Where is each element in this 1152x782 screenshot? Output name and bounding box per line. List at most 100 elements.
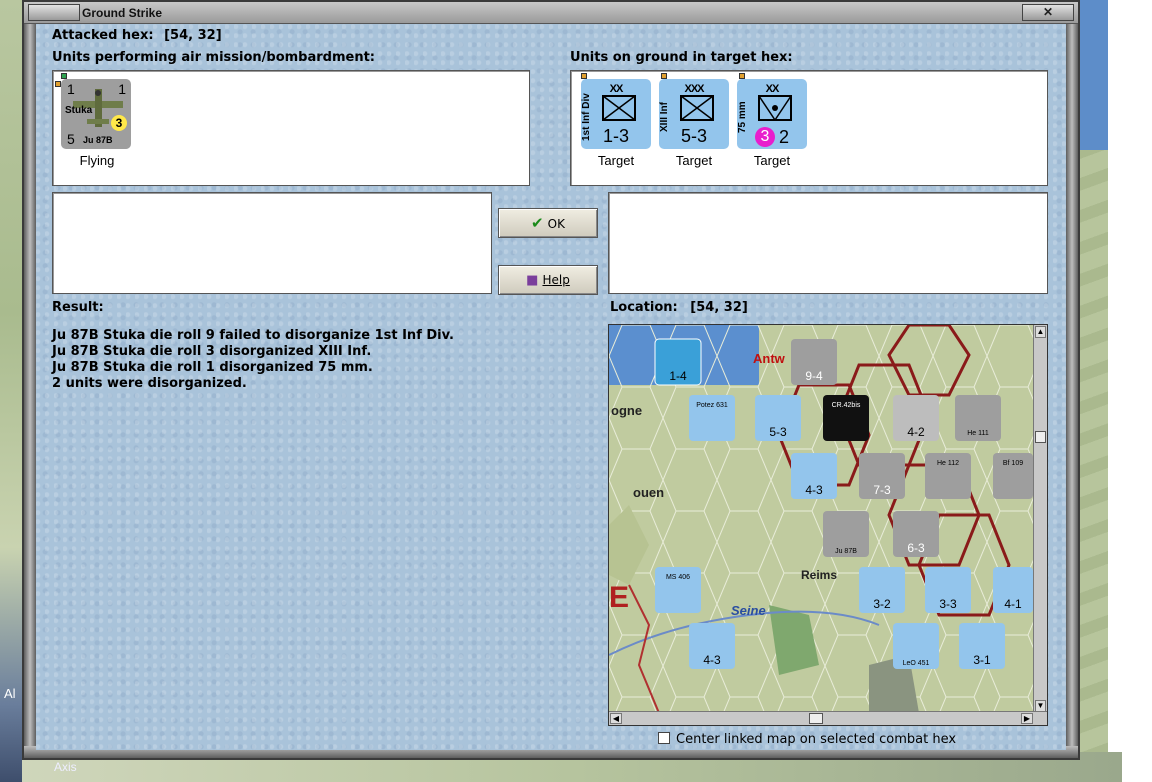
unit-bottom-left-value: 5 (67, 131, 75, 147)
map-counter-label: 1-4 (669, 369, 687, 383)
checkmark-icon: ✔ (531, 214, 544, 232)
ground-unit-counter-xiii-inf[interactable]: XIII Inf XXX 5-3 Target (659, 79, 729, 168)
ok-button-label: OK (547, 217, 565, 231)
map-counter-label: 6-3 (907, 541, 925, 555)
map-counter-label: He 112 (937, 460, 959, 467)
scroll-right-icon[interactable]: ▶ (1021, 713, 1033, 724)
map-counter[interactable]: 7-3 (859, 453, 905, 499)
map-counter[interactable]: 4-1 (993, 567, 1033, 613)
map-counter-label: 4-3 (805, 483, 823, 497)
title-bar[interactable]: Ground Strike ✕ (24, 2, 1078, 24)
map-counter-label: CR.42bis (832, 402, 861, 409)
unit-strength-badge: 3 (755, 127, 775, 147)
background-map-right (1078, 0, 1108, 782)
map-place-label: Seine (731, 603, 766, 618)
ground-unit-counter-75mm[interactable]: 75 mm XX 3 2 Target (737, 79, 807, 168)
map-counter[interactable]: 3-3 (925, 567, 971, 613)
ok-button[interactable]: ✔ OK (498, 208, 598, 238)
attacked-hex: Attacked hex: [54, 32] (52, 28, 222, 43)
unit-size: XXX (684, 83, 704, 95)
result-text: Ju 87B Stuka die roll 9 failed to disorg… (52, 328, 454, 392)
map-counter-label: 4-3 (703, 653, 721, 667)
unit-badge: 3 (111, 115, 127, 131)
center-map-checkbox[interactable] (658, 732, 670, 744)
help-button-label: Help (542, 273, 570, 287)
background-map-text: Al (4, 686, 16, 701)
map-counter[interactable]: 3-2 (859, 567, 905, 613)
map-counter-label: 3-3 (939, 597, 957, 611)
unit-status: Target (597, 153, 635, 168)
infantry-icon (680, 95, 714, 121)
map-place-label: Reims (801, 568, 837, 582)
map-counter[interactable]: Potez 631 (689, 395, 735, 441)
unit-strength: 1-3 (602, 126, 629, 146)
minimap-horizontal-scrollbar[interactable]: ◀ ▶ (609, 711, 1047, 725)
map-place-label: E (609, 581, 629, 614)
help-book-icon: ■ (526, 273, 539, 288)
unit-status: Target (753, 153, 791, 168)
unit-strength-rest: 2 (779, 127, 790, 147)
map-counter[interactable]: 6-3 (893, 511, 939, 557)
map-counter[interactable]: 4-2 (893, 395, 939, 441)
map-counter[interactable]: 9-4 (791, 339, 837, 385)
map-counter[interactable]: 1-4 (654, 338, 702, 386)
air-units-label: Units performing air mission/bombardment… (52, 50, 376, 65)
frame-left (24, 24, 36, 748)
map-place-label: ogne (611, 403, 642, 418)
map-place-label: ouen (633, 485, 664, 500)
minimap-vertical-scrollbar[interactable]: ▲ ▼ (1033, 325, 1047, 713)
ground-units-label: Units on ground in target hex: (570, 50, 793, 65)
close-button[interactable]: ✕ (1022, 4, 1074, 21)
map-counter[interactable]: LeO 451 (893, 623, 939, 669)
result-line: Ju 87B Stuka die roll 1 disorganized 75 … (52, 360, 373, 375)
scroll-up-icon[interactable]: ▲ (1035, 326, 1046, 338)
map-counter[interactable]: 5-3 (755, 395, 801, 441)
dialog-panel: Attacked hex: [54, 32] Units performing … (36, 24, 1066, 750)
unit-status: Target (675, 153, 713, 168)
result-line: 2 units were disorganized. (52, 376, 247, 391)
ground-unit-counter-1st-inf-div[interactable]: 1st Inf Div XX 1-3 Target (581, 79, 651, 168)
map-counter[interactable]: Ju 87B (823, 511, 869, 557)
map-counter-label: 7-3 (873, 483, 891, 497)
location-value: [54, 32] (690, 300, 748, 315)
center-map-checkbox-label: Center linked map on selected combat hex (676, 732, 957, 747)
attacker-info-box (52, 192, 492, 294)
attacked-hex-value: [54, 32] (164, 28, 222, 43)
map-counter-label: 5-3 (769, 425, 787, 439)
air-units-list: 1 1 Stuka 5 Ju 87B 3 Flying (52, 70, 530, 186)
map-counter[interactable]: 3-1 (959, 623, 1005, 669)
scroll-thumb[interactable] (809, 713, 823, 724)
map-place-label: Antw (753, 351, 786, 366)
background-axis-label: Axis (54, 760, 77, 774)
map-counter[interactable]: 4-3 (791, 453, 837, 499)
unit-name: Stuka (65, 105, 93, 116)
help-button[interactable]: ■ Help (498, 265, 598, 295)
map-counter[interactable]: He 112 (925, 453, 971, 499)
scroll-thumb[interactable] (1035, 431, 1046, 443)
location: Location: [54, 32] (610, 300, 748, 315)
ground-units-list: 1st Inf Div XX 1-3 Target XIII Inf XXX 5… (570, 70, 1048, 186)
location-label: Location: (610, 300, 678, 315)
map-counter[interactable]: CR.42bis (823, 395, 869, 441)
defender-info-box (608, 192, 1048, 294)
map-counter-label: 9-4 (805, 369, 823, 383)
unit-type: Ju 87B (83, 135, 113, 145)
close-icon: ✕ (1042, 5, 1054, 19)
map-counter-label: 4-1 (1004, 597, 1022, 611)
map-counter[interactable]: 4-3 (689, 623, 735, 669)
scroll-left-icon[interactable]: ◀ (610, 713, 622, 724)
map-counter[interactable]: He 111 (955, 395, 1001, 441)
location-minimap[interactable]: Antw ogne ouen Reims Seine E 1-4 9-4 Pot… (608, 324, 1048, 726)
system-menu-button[interactable] (28, 4, 80, 21)
map-counter-label: 3-2 (873, 597, 891, 611)
air-unit-counter-stuka[interactable]: 1 1 Stuka 5 Ju 87B 3 Flying (61, 79, 131, 168)
result-line: Ju 87B Stuka die roll 9 failed to disorg… (52, 328, 454, 343)
unit-status: Flying (79, 153, 115, 168)
center-map-checkbox-row[interactable]: Center linked map on selected combat hex (658, 732, 956, 747)
unit-size: XX (609, 83, 624, 95)
map-counter[interactable]: MS 406 (655, 567, 701, 613)
map-counter[interactable]: Bf 109 (993, 453, 1033, 499)
frame-right (1066, 24, 1078, 748)
window-title: Ground Strike (82, 6, 163, 20)
map-counter-label: Ju 87B (835, 548, 857, 555)
